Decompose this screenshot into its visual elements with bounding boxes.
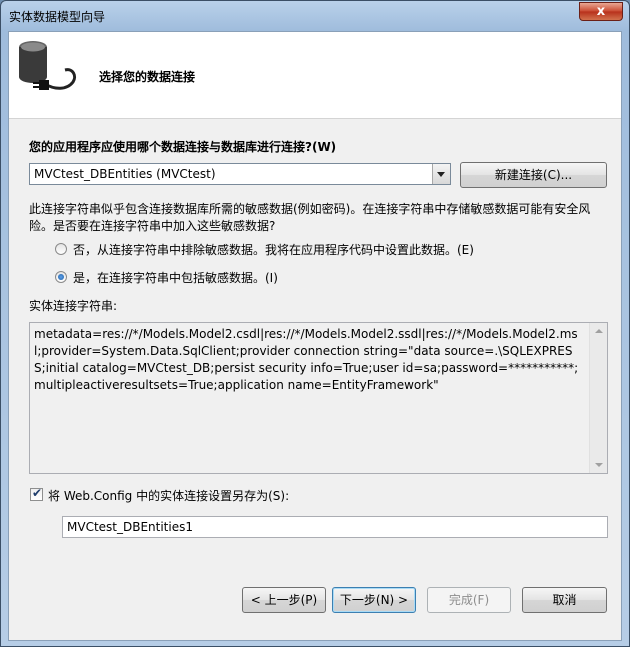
wizard-window: 实体数据模型向导 x 选择您的数据连接 您的应用程序应使用哪个数据连接与数据库进…	[0, 0, 630, 647]
title-bar[interactable]: 实体数据模型向导 x	[1, 1, 629, 31]
exclude-sensitive-radio[interactable]	[55, 243, 67, 255]
config-name-value: MVCtest_DBEntities1	[67, 520, 193, 534]
vertical-scrollbar[interactable]	[589, 323, 607, 473]
scroll-down-icon[interactable]	[595, 463, 603, 467]
entity-string-label: 实体连接字符串:	[29, 299, 118, 313]
cancel-button[interactable]: 取消	[522, 587, 607, 613]
wizard-client-area: 选择您的数据连接 您的应用程序应使用哪个数据连接与数据库进行连接?(W) MVC…	[8, 31, 622, 641]
save-config-label[interactable]: 将 Web.Config 中的实体连接设置另存为(S):	[48, 487, 289, 504]
window-title: 实体数据模型向导	[9, 10, 106, 24]
database-plug-icon	[19, 41, 77, 90]
back-button[interactable]: < 上一步(P)	[242, 587, 326, 613]
checkmark-icon: ✔	[32, 486, 43, 500]
entity-connection-string-box[interactable]: metadata=res://*/Models.Model2.csdl|res:…	[29, 322, 608, 474]
connection-dropdown-value: MVCtest_DBEntities (MVCtest)	[34, 167, 216, 181]
connection-question-label: 您的应用程序应使用哪个数据连接与数据库进行连接?(W)	[29, 140, 337, 154]
scroll-up-icon[interactable]	[595, 329, 603, 333]
config-name-input[interactable]: MVCtest_DBEntities1	[62, 516, 608, 538]
page-title: 选择您的数据连接	[99, 70, 196, 84]
include-sensitive-label[interactable]: 是，在连接字符串中包括敏感数据。(I)	[73, 269, 278, 286]
connection-dropdown[interactable]: MVCtest_DBEntities (MVCtest)	[29, 163, 451, 185]
close-button[interactable]: x	[579, 2, 623, 21]
save-config-checkbox[interactable]: ✔	[30, 486, 43, 501]
chevron-down-icon[interactable]	[432, 164, 450, 184]
entity-connection-string-text: metadata=res://*/Models.Model2.csdl|res:…	[34, 327, 579, 392]
wizard-header: 选择您的数据连接	[9, 32, 621, 119]
close-icon: x	[596, 4, 606, 19]
next-button[interactable]: 下一步(N) >	[332, 587, 416, 613]
exclude-sensitive-label[interactable]: 否，从连接字符串中排除敏感数据。我将在应用程序代码中设置此数据。(E)	[73, 241, 474, 258]
new-connection-button[interactable]: 新建连接(C)...	[460, 162, 607, 188]
finish-button[interactable]: 完成(F)	[427, 587, 511, 613]
sensitive-data-warning: 此连接字符串似乎包含连接数据库所需的敏感数据(例如密码)。在连接字符串中存储敏感…	[29, 202, 591, 233]
include-sensitive-radio[interactable]	[55, 271, 67, 283]
